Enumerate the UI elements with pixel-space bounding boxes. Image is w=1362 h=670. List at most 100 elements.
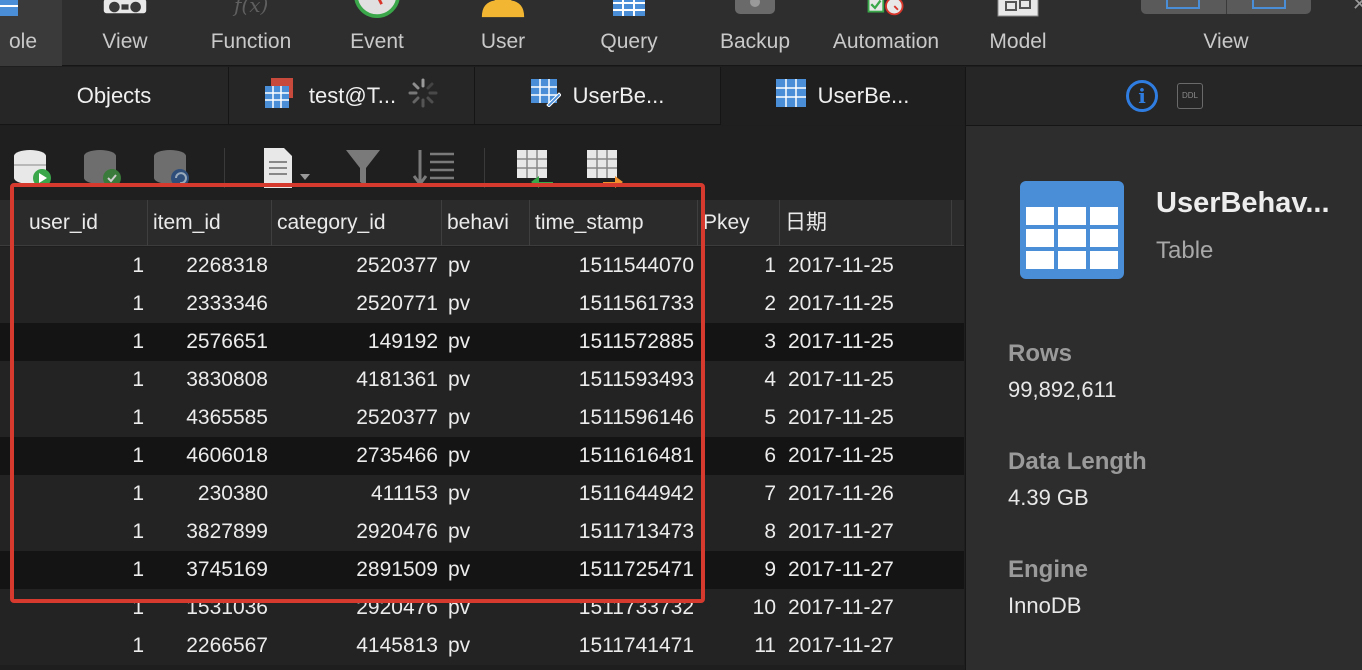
table-cell[interactable]: pv <box>448 551 470 589</box>
table-cell[interactable]: 2735466 <box>298 437 438 475</box>
table-cell[interactable]: 2920476 <box>298 513 438 551</box>
export-icon[interactable] <box>585 148 625 188</box>
table-cell[interactable]: 2017-11-25 <box>788 399 894 437</box>
toolbar-event-button[interactable]: Event <box>315 0 439 66</box>
table-cell[interactable]: 2017-11-27 <box>788 589 894 627</box>
filter-icon[interactable] <box>344 148 384 188</box>
table-cell[interactable]: 2576651 <box>128 323 268 361</box>
table-cell[interactable]: 4 <box>636 361 776 399</box>
table-cell[interactable]: 2268318 <box>128 247 268 285</box>
table-cell[interactable]: pv <box>448 475 470 513</box>
tab-query-test[interactable]: test@T... <box>229 67 475 125</box>
table-cell[interactable]: 6 <box>636 437 776 475</box>
toolbar-automation-button[interactable]: Automation <box>824 0 948 66</box>
table-row[interactable]: 1 2266567 4145813 pv 1511741471 11 2017-11-27 <box>0 627 964 665</box>
table-row[interactable]: 1 230380 411153 pv 1511644942 7 2017-11-26 <box>0 475 964 513</box>
table-row[interactable]: 1 3745169 2891509 pv 1511725471 9 2017-11-27 <box>0 551 964 589</box>
toolbar-backup-button[interactable]: Backup <box>693 0 817 66</box>
sort-icon[interactable] <box>412 148 454 188</box>
table-cell[interactable]: pv <box>448 361 470 399</box>
table-row[interactable]: 1 3830808 4181361 pv 1511593493 4 2017-11-25 <box>0 361 964 399</box>
table-cell[interactable]: pv <box>448 399 470 437</box>
import-icon[interactable] <box>515 148 555 188</box>
table-cell[interactable]: 149192 <box>298 323 438 361</box>
toolbar-model-button[interactable]: Model <box>956 0 1080 66</box>
table-row[interactable]: 1 2576651 149192 pv 1511572885 3 2017-11-25 <box>0 323 964 361</box>
toolbar-user-button[interactable]: User <box>441 0 565 66</box>
table-cell[interactable]: 9 <box>636 551 776 589</box>
toolbar-view-button[interactable]: View <box>63 0 187 66</box>
table-cell[interactable]: 1 <box>4 513 144 551</box>
table-cell[interactable]: 3745169 <box>128 551 268 589</box>
table-cell[interactable]: pv <box>448 323 470 361</box>
column-header[interactable]: behavi <box>442 200 530 246</box>
design-table-icon[interactable] <box>82 148 122 188</box>
table-row[interactable]: 1 4365585 2520377 pv 1511596146 5 2017-11-25 <box>0 399 964 437</box>
table-cell[interactable]: 2017-11-25 <box>788 361 894 399</box>
close-icon[interactable]: ✕ <box>1352 0 1362 15</box>
table-cell[interactable]: 2017-11-26 <box>788 475 894 513</box>
tab-objects[interactable]: Objects <box>0 67 229 125</box>
table-cell[interactable]: 7 <box>636 475 776 513</box>
column-header[interactable]: user_id <box>24 200 148 246</box>
table-cell[interactable]: pv <box>448 589 470 627</box>
table-cell[interactable]: 2891509 <box>298 551 438 589</box>
table-cell[interactable]: 1 <box>636 247 776 285</box>
toolbar-function-button[interactable]: f(x) Function <box>189 0 313 66</box>
table-row[interactable]: 1 3827899 2920476 pv 1511713473 8 2017-11-27 <box>0 513 964 551</box>
table-cell[interactable]: pv <box>448 247 470 285</box>
table-cell[interactable]: 1 <box>4 247 144 285</box>
column-header[interactable]: 日期 <box>780 200 952 246</box>
refresh-table-icon[interactable] <box>152 148 192 188</box>
table-cell[interactable]: 2017-11-25 <box>788 247 894 285</box>
table-cell[interactable]: 2 <box>636 285 776 323</box>
table-cell[interactable]: 3 <box>636 323 776 361</box>
table-cell[interactable]: 2266567 <box>128 627 268 665</box>
table-cell[interactable]: 1 <box>4 399 144 437</box>
table-cell[interactable]: 1 <box>4 589 144 627</box>
table-cell[interactable]: 1 <box>4 361 144 399</box>
table-cell[interactable]: 2520771 <box>298 285 438 323</box>
table-cell[interactable]: 2017-11-27 <box>788 513 894 551</box>
table-cell[interactable]: 1 <box>4 285 144 323</box>
table-cell[interactable]: 5 <box>636 399 776 437</box>
toolbar-query-button[interactable]: Query <box>567 0 691 66</box>
table-cell[interactable]: 4365585 <box>128 399 268 437</box>
table-cell[interactable]: 2520377 <box>298 247 438 285</box>
view-mode-left[interactable] <box>1141 0 1227 14</box>
toolbar-table-button[interactable]: ole <box>0 0 62 66</box>
open-table-icon[interactable] <box>12 148 52 188</box>
table-cell[interactable]: 8 <box>636 513 776 551</box>
table-cell[interactable]: 1531036 <box>128 589 268 627</box>
table-cell[interactable]: 2920476 <box>298 589 438 627</box>
table-cell[interactable]: 1 <box>4 627 144 665</box>
info-icon[interactable]: i <box>1126 80 1158 112</box>
ddl-icon[interactable]: DDL <box>1177 83 1203 109</box>
tab-userbehavior-design[interactable]: UserBe... <box>475 67 721 125</box>
table-row[interactable]: 1 1531036 2920476 pv 1511733732 10 2017-11-27 <box>0 589 964 627</box>
table-cell[interactable]: 2017-11-25 <box>788 323 894 361</box>
column-header[interactable]: Pkey <box>698 200 780 246</box>
table-cell[interactable]: pv <box>448 437 470 475</box>
table-cell[interactable]: 2017-11-27 <box>788 551 894 589</box>
table-cell[interactable]: 4145813 <box>298 627 438 665</box>
table-cell[interactable]: 2017-11-25 <box>788 437 894 475</box>
table-cell[interactable]: 11 <box>636 627 776 665</box>
table-cell[interactable]: 2520377 <box>298 399 438 437</box>
table-cell[interactable]: 230380 <box>128 475 268 513</box>
table-cell[interactable]: 1 <box>4 323 144 361</box>
table-cell[interactable]: pv <box>448 627 470 665</box>
table-cell[interactable]: 411153 <box>298 475 438 513</box>
sql-document-icon[interactable] <box>262 148 314 188</box>
table-cell[interactable]: 1 <box>4 437 144 475</box>
column-header[interactable]: category_id <box>272 200 442 246</box>
table-cell[interactable]: 3827899 <box>128 513 268 551</box>
table-cell[interactable]: 10 <box>636 589 776 627</box>
table-cell[interactable]: pv <box>448 285 470 323</box>
table-cell[interactable]: 2333346 <box>128 285 268 323</box>
tab-userbehavior-data[interactable]: UserBe... <box>721 67 964 125</box>
table-cell[interactable]: 2017-11-27 <box>788 627 894 665</box>
table-row[interactable]: 1 4606018 2735466 pv 1511616481 6 2017-11-25 <box>0 437 964 475</box>
table-cell[interactable]: 3830808 <box>128 361 268 399</box>
table-cell[interactable]: 2017-11-25 <box>788 285 894 323</box>
